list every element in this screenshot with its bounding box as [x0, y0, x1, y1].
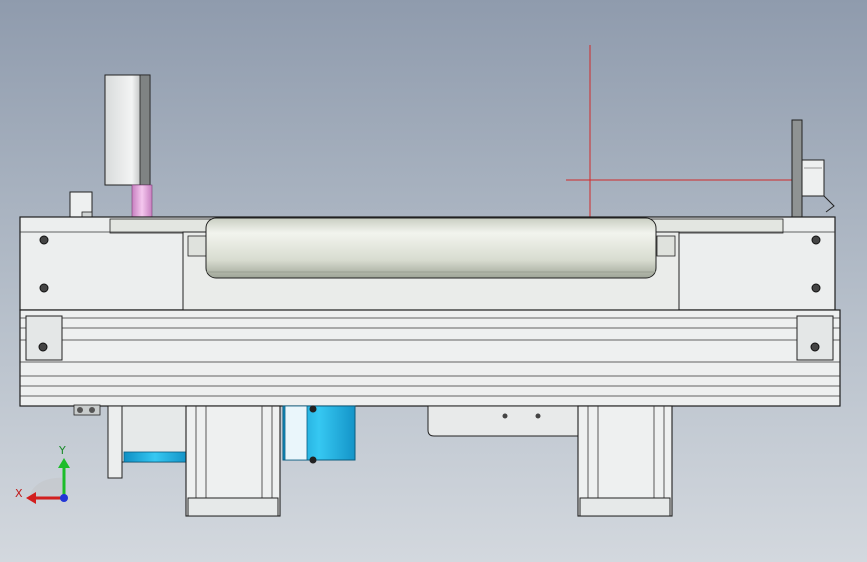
main-roller[interactable] [205, 217, 657, 279]
linear-rail[interactable] [19, 309, 841, 407]
sensor-tower[interactable] [104, 74, 153, 219]
axis-y-label: Y [58, 444, 66, 457]
coordinate-triad[interactable]: Y X [15, 444, 70, 504]
cad-viewport[interactable]: Y X [0, 0, 867, 562]
servo-motor[interactable] [282, 405, 356, 464]
axis-x-label: X [15, 487, 23, 500]
left-column[interactable] [185, 405, 281, 517]
right-column[interactable] [577, 405, 673, 517]
origin-lines [566, 45, 795, 222]
bottom-fitting [73, 404, 101, 416]
center-plate[interactable] [427, 405, 579, 437]
left-motor[interactable] [107, 405, 187, 479]
right-sensor-bracket[interactable] [791, 119, 835, 219]
